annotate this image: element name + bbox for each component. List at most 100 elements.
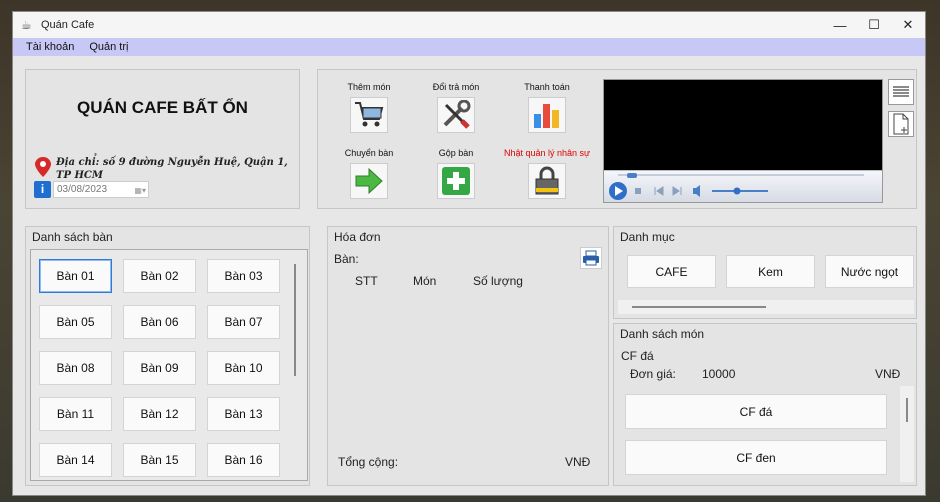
lock-icon [528, 163, 566, 199]
table-button[interactable]: Bàn 10 [207, 351, 280, 385]
table-button[interactable]: Bàn 15 [123, 443, 196, 477]
category-button[interactable]: Kem [726, 255, 815, 288]
table-label: Bàn 01 [56, 269, 95, 283]
selected-food-name: CF đá [621, 349, 654, 363]
arrow-right-icon [350, 163, 388, 199]
menu-admin[interactable]: Quản trị [89, 41, 128, 53]
tools-icon [437, 97, 475, 133]
return-food-button[interactable]: Đổi trả món [416, 82, 496, 133]
table-label: Bàn 15 [140, 453, 179, 467]
list-icon [893, 86, 909, 97]
invoice-title: Hóa đơn [334, 230, 381, 244]
menu-account[interactable]: Tài khoản [26, 41, 74, 53]
table-grid: Bàn 01 Bàn 02 Bàn 03 Bàn 05 Bàn 06 Bàn 0… [30, 249, 308, 481]
total-label: Tổng cộng: [338, 455, 399, 469]
plus-icon [437, 163, 475, 199]
invoice-table-label: Bàn: [334, 252, 359, 266]
table-list-title: Danh sách bàn [32, 230, 113, 244]
table-label: Bàn 05 [56, 315, 95, 329]
minimize-button[interactable]: — [823, 12, 857, 38]
food-list-title: Danh sách món [620, 327, 705, 341]
category-scrollbar[interactable] [632, 306, 766, 308]
table-label: Bàn 16 [224, 453, 263, 467]
merge-table-button[interactable]: Gộp bàn [416, 148, 496, 199]
date-picker[interactable]: 03/08/2023 ▦▾ [53, 181, 149, 198]
table-button[interactable]: Bàn 07 [207, 305, 280, 339]
category-button[interactable]: Nước ngọt [825, 255, 914, 288]
table-label: Bàn 10 [224, 361, 263, 375]
table-button[interactable]: Bàn 05 [39, 305, 112, 339]
bar-chart-icon [528, 97, 566, 133]
add-food-label: Thêm món [347, 82, 391, 92]
invoice-panel: Hóa đơn Bàn: STT Món Số lượng Tổng cộng:… [327, 226, 609, 486]
media-controls [604, 170, 882, 202]
pay-label: Thanh toán [524, 82, 570, 92]
column-stt: STT [355, 274, 378, 288]
table-label: Bàn 11 [56, 407, 95, 421]
info-icon: i [34, 181, 51, 198]
table-button[interactable]: Bàn 14 [39, 443, 112, 477]
price-value: 10000 [702, 367, 736, 381]
column-food: Món [413, 274, 437, 288]
price-currency: VNĐ [875, 367, 901, 381]
table-button[interactable]: Bàn 08 [39, 351, 112, 385]
table-label: Bàn 02 [140, 269, 179, 283]
table-list-panel: Danh sách bàn Bàn 01 Bàn 02 Bàn 03 Bàn 0… [25, 226, 310, 486]
coffee-cup-icon: ☕ [21, 18, 32, 32]
date-value: 03/08/2023 [57, 184, 108, 195]
table-button[interactable]: Bàn 09 [123, 351, 196, 385]
food-label: CF đen [736, 450, 776, 465]
table-button[interactable]: Bàn 02 [123, 259, 196, 293]
category-title: Danh mục [620, 230, 675, 244]
category-scroll-track [618, 300, 914, 314]
table-button[interactable]: Bàn 11 [39, 397, 112, 431]
food-list-panel: Danh sách món CF đá Đơn giá: 10000 VNĐ C… [613, 323, 917, 486]
calendar-dropdown-icon[interactable]: ▦▾ [134, 183, 146, 198]
new-document-button[interactable] [888, 111, 914, 137]
total-currency: VNĐ [565, 455, 591, 469]
table-label: Bàn 08 [56, 361, 95, 375]
table-button[interactable]: Bàn 13 [207, 397, 280, 431]
new-document-icon [893, 113, 909, 135]
shop-name: QUÁN CAFE BẤT ỔN [77, 98, 248, 117]
media-player[interactable] [603, 79, 883, 203]
move-table-button[interactable]: Chuyển bàn [329, 148, 409, 199]
table-label: Bàn 14 [56, 453, 95, 467]
table-label: Bàn 13 [224, 407, 263, 421]
table-label: Bàn 06 [140, 315, 179, 329]
close-button[interactable]: ✕ [891, 12, 925, 38]
table-button[interactable]: Bàn 16 [207, 443, 280, 477]
staff-log-button[interactable]: Nhật quản lý nhân sự [497, 148, 597, 199]
table-label: Bàn 12 [140, 407, 179, 421]
table-list-scrollbar[interactable] [294, 264, 296, 376]
category-label: Nước ngọt [840, 264, 899, 279]
shop-info-panel: QUÁN CAFE BẤT ỔN Địa chỉ: số 9 đường Ngu… [25, 69, 300, 209]
return-food-label: Đổi trả món [432, 82, 480, 92]
table-label: Bàn 09 [140, 361, 179, 375]
food-scroll-track [900, 386, 914, 482]
food-button[interactable]: CF đen [625, 440, 887, 475]
maximize-button[interactable]: ☐ [857, 12, 891, 38]
table-button[interactable]: Bàn 12 [123, 397, 196, 431]
window-title: Quán Cafe [41, 19, 95, 31]
move-table-label: Chuyển bàn [344, 148, 394, 158]
food-scrollbar[interactable] [906, 398, 908, 422]
table-button[interactable]: Bàn 03 [207, 259, 280, 293]
price-label: Đơn giá: [630, 367, 676, 381]
category-label: CAFE [655, 264, 688, 279]
category-panel: Danh mục CAFE Kem Nước ngọt [613, 226, 917, 319]
printer-icon [583, 250, 599, 266]
shopping-cart-icon [350, 97, 388, 133]
list-view-button[interactable] [888, 79, 914, 105]
print-button[interactable] [580, 247, 602, 269]
table-label: Bàn 07 [224, 315, 263, 329]
category-button[interactable]: CAFE [627, 255, 716, 288]
merge-table-label: Gộp bàn [438, 148, 474, 158]
table-button[interactable]: Bàn 01 [39, 259, 112, 293]
table-button[interactable]: Bàn 06 [123, 305, 196, 339]
shop-address: Địa chỉ: số 9 đường Nguyễn Huệ, Quận 1, … [56, 157, 288, 181]
food-button[interactable]: CF đá [625, 394, 887, 429]
staff-log-label: Nhật quản lý nhân sự [503, 148, 591, 158]
pay-button[interactable]: Thanh toán [507, 82, 587, 133]
add-food-button[interactable]: Thêm món [329, 82, 409, 133]
